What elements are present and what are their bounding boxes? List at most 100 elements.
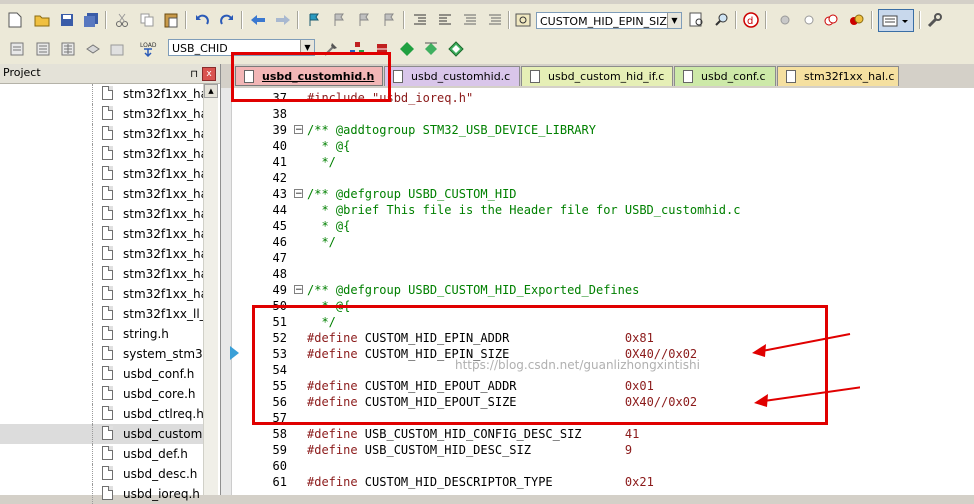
code-editor[interactable]: 37 #include "usbd_ioreq.h" 38 39−/** @addto… xyxy=(221,88,974,495)
tab-usbd-customhid-c[interactable]: usbd_customhid.c xyxy=(384,66,520,86)
close-icon[interactable]: x xyxy=(202,67,216,81)
tree-item[interactable]: stm32f1xx_hal_ xyxy=(0,284,205,304)
download-icon[interactable]: LOAD xyxy=(138,39,158,59)
tree-item[interactable]: string.h xyxy=(0,324,205,344)
tree-item[interactable]: usbd_def.h xyxy=(0,444,205,464)
line-number: 59 xyxy=(272,443,287,457)
header-file-icon xyxy=(102,426,113,440)
save-all-icon[interactable] xyxy=(82,11,100,29)
rebuild-icon[interactable] xyxy=(59,40,77,58)
tree-connector xyxy=(92,444,93,464)
build-icon[interactable] xyxy=(34,40,52,58)
tab-usbd-custom-hid-if-c[interactable]: usbd_custom_hid_if.c xyxy=(521,66,673,86)
find-in-files-icon[interactable] xyxy=(514,11,532,29)
uncomment-icon[interactable] xyxy=(486,11,504,29)
code-token: /** @defgroup USBD_CUSTOM_HID xyxy=(307,187,517,201)
redo-icon[interactable] xyxy=(218,11,236,29)
configure-icon[interactable] xyxy=(926,11,944,29)
undo-icon[interactable] xyxy=(193,11,211,29)
target-combo[interactable]: CUSTOM_HID_EPIN_SIZE ▼ xyxy=(536,12,682,29)
tab-stm32f1xx-hal-c[interactable]: stm32f1xx_hal.c xyxy=(777,66,899,86)
tree-item[interactable]: stm32f1xx_hal_ xyxy=(0,244,205,264)
code-token: #define xyxy=(307,427,365,441)
breakpoint-kill-icon[interactable] xyxy=(847,11,865,29)
tree-item[interactable]: usbd_desc.h xyxy=(0,464,205,484)
tree-item[interactable]: usbd_conf.h xyxy=(0,364,205,384)
run-time-env-icon[interactable] xyxy=(447,40,465,58)
cut-icon[interactable] xyxy=(113,11,131,29)
code-line: 41 */ xyxy=(221,154,974,170)
line-number: 46 xyxy=(272,235,287,249)
target-combo-value: CUSTOM_HID_EPIN_SIZE xyxy=(540,15,674,28)
tree-item[interactable]: usbd_customh xyxy=(0,424,205,444)
tree-connector xyxy=(92,144,93,164)
tree-item[interactable]: usbd_core.h xyxy=(0,384,205,404)
tree-item[interactable]: stm32f1xx_hal_ xyxy=(0,264,205,284)
incremental-find-icon[interactable] xyxy=(688,11,706,29)
new-file-icon[interactable] xyxy=(6,11,24,29)
unindent-icon[interactable] xyxy=(436,11,454,29)
project-scrollbar[interactable]: ▲ xyxy=(203,84,218,495)
tab-label: usbd_custom_hid_if.c xyxy=(548,70,665,83)
tree-item[interactable]: system_stm32f xyxy=(0,344,205,364)
code-token: USB_CUSTOM_HID_CONFIG_DESC_SIZ xyxy=(364,427,625,441)
header-file-icon xyxy=(102,406,113,420)
bookmark-icon[interactable] xyxy=(305,11,323,29)
breakpoint-enable-icon[interactable] xyxy=(800,11,818,29)
code-line: 47 xyxy=(221,250,974,266)
window-layout-button[interactable] xyxy=(878,9,914,32)
bookmark-clear-icon[interactable] xyxy=(380,11,398,29)
debug-icon[interactable]: d xyxy=(742,11,760,29)
tree-item[interactable]: stm32f1xx_hal_ xyxy=(0,84,205,104)
tree-item[interactable]: stm32f1xx_hal_ xyxy=(0,144,205,164)
pack-installer-icon[interactable] xyxy=(422,40,440,58)
nav-back-icon[interactable] xyxy=(249,11,267,29)
code-text: */ xyxy=(307,234,335,250)
tab-usbd-conf-c[interactable]: usbd_conf.c xyxy=(674,66,776,86)
code-text: #define CUSTOM_HID_DESCRIPTOR_TYPE 0x21 xyxy=(307,474,654,490)
bookmark-prev-icon[interactable] xyxy=(330,11,348,29)
fold-toggle-icon[interactable]: − xyxy=(294,125,303,135)
tree-item[interactable]: stm32f1xx_hal_ xyxy=(0,184,205,204)
indent-icon[interactable] xyxy=(411,11,429,29)
tree-item-label: stm32f1xx_hal_ xyxy=(123,107,203,121)
breakpoint-disable-icon[interactable] xyxy=(822,11,840,29)
stop-build-icon[interactable] xyxy=(108,40,126,58)
line-number: 41 xyxy=(272,155,287,169)
header-file-icon xyxy=(102,386,113,400)
select-packs-icon[interactable] xyxy=(398,40,416,58)
tree-item-label: stm32f1xx_ll_us xyxy=(123,307,203,321)
scroll-up-icon[interactable]: ▲ xyxy=(204,84,218,98)
fold-toggle-icon[interactable]: − xyxy=(294,285,303,295)
pin-icon[interactable]: ⊓ xyxy=(190,66,198,84)
code-token: CUSTOM_HID_DESCRIPTOR_TYPE xyxy=(364,475,625,489)
paste-icon[interactable] xyxy=(162,11,180,29)
tree-item[interactable]: stm32f1xx_hal_ xyxy=(0,124,205,144)
tree-item-label: stm32f1xx_hal_ xyxy=(123,187,203,201)
comment-icon[interactable] xyxy=(461,11,479,29)
tree-item[interactable]: stm32f1xx_hal_ xyxy=(0,164,205,184)
bookmark-next-icon[interactable] xyxy=(355,11,373,29)
tree-item[interactable]: stm32f1xx_hal_ xyxy=(0,104,205,124)
tree-item[interactable]: stm32f1xx_hal_ xyxy=(0,224,205,244)
tree-item[interactable]: stm32f1xx_ll_us xyxy=(0,304,205,324)
tree-item[interactable]: usbd_ctlreq.h xyxy=(0,404,205,424)
batch-build-icon[interactable] xyxy=(84,40,102,58)
find-icon[interactable] xyxy=(712,11,730,29)
open-folder-icon[interactable] xyxy=(33,11,51,29)
breakpoint-icon[interactable] xyxy=(776,11,794,29)
tree-item-label: stm32f1xx_hal_ xyxy=(123,87,203,101)
chevron-down-icon[interactable]: ▼ xyxy=(667,13,681,28)
save-icon[interactable] xyxy=(58,11,76,29)
tree-connector xyxy=(92,304,93,324)
tree-connector xyxy=(92,364,93,384)
header-file-icon xyxy=(102,206,113,220)
tree-item[interactable]: stm32f1xx_hal_ xyxy=(0,204,205,224)
code-token: */ xyxy=(307,155,336,169)
translate-icon[interactable] xyxy=(8,40,26,58)
fold-toggle-icon[interactable]: − xyxy=(294,189,303,199)
tree-item[interactable]: usbd_ioreq.h xyxy=(0,484,205,504)
code-text: /** @addtogroup STM32_USB_DEVICE_LIBRARY xyxy=(307,122,596,138)
copy-icon[interactable] xyxy=(138,11,156,29)
nav-forward-icon[interactable] xyxy=(274,11,292,29)
